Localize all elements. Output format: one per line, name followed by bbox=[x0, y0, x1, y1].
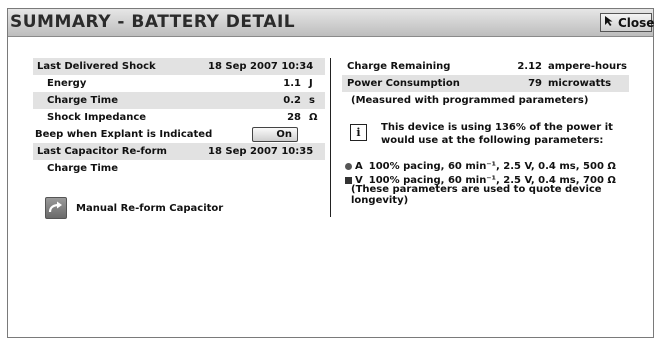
impedance-value: 28 bbox=[287, 112, 301, 123]
reform-date: 18 Sep 2007 10:35 bbox=[208, 146, 314, 157]
beep-row: Beep when Explant is Indicated On bbox=[33, 126, 325, 143]
reform-row: Last Capacitor Re-form 18 Sep 2007 10:35 bbox=[33, 143, 325, 160]
last-shock-label: Last Delivered Shock bbox=[37, 61, 156, 72]
charge-remaining-label: Charge Remaining bbox=[347, 61, 451, 72]
window-title: SUMMARY - BATTERY DETAIL bbox=[10, 12, 296, 32]
measured-note: (Measured with programmed parameters) bbox=[351, 95, 589, 106]
power-row: Power Consumption 79 microwatts bbox=[342, 75, 629, 92]
content-area: Last Delivered Shock 18 Sep 2007 10:34 E… bbox=[8, 37, 653, 338]
energy-label: Energy bbox=[47, 78, 87, 89]
close-button[interactable]: Close bbox=[600, 13, 655, 32]
charge-time-unit: s bbox=[309, 95, 315, 106]
param-atrial-row: A 100% pacing, 60 min⁻¹, 2.5 V, 0.4 ms, … bbox=[345, 160, 616, 173]
impedance-row: Shock Impedance 28 Ω bbox=[33, 109, 325, 126]
info-text: This device is using 136% of the power i… bbox=[381, 122, 613, 146]
charge-time-value: 0.2 bbox=[283, 95, 301, 106]
panel-divider bbox=[330, 58, 331, 217]
info-icon: i bbox=[350, 124, 367, 141]
cursor-arrow-icon bbox=[604, 15, 616, 30]
charge-remaining-value: 2.12 bbox=[517, 61, 542, 72]
longevity-note: (These parameters are used to quote devi… bbox=[351, 183, 602, 206]
charge-remaining-unit: ampere-hours bbox=[548, 61, 627, 72]
beep-toggle-button[interactable]: On bbox=[252, 127, 298, 142]
reform-charge-row: Charge Time bbox=[33, 160, 325, 177]
longevity-note-row: (These parameters are used to quote devi… bbox=[351, 184, 629, 206]
impedance-unit: Ω bbox=[309, 112, 318, 123]
circle-icon bbox=[345, 163, 352, 170]
measured-note-row: (Measured with programmed parameters) bbox=[342, 92, 629, 109]
close-label: Close bbox=[618, 15, 655, 30]
beep-label: Beep when Explant is Indicated bbox=[35, 129, 213, 140]
charge-time-row: Charge Time 0.2 s bbox=[33, 92, 325, 109]
energy-row: Energy 1.1 J bbox=[33, 75, 325, 92]
manual-reform-label: Manual Re-form Capacitor bbox=[76, 202, 224, 214]
reform-label: Last Capacitor Re-form bbox=[37, 146, 167, 157]
shock-panel: Last Delivered Shock 18 Sep 2007 10:34 E… bbox=[33, 58, 325, 219]
reform-charge-label: Charge Time bbox=[47, 163, 119, 174]
charge-time-label: Charge Time bbox=[47, 95, 119, 106]
battery-detail-window: SUMMARY - BATTERY DETAIL Close Last Deli… bbox=[7, 8, 654, 338]
battery-panel: Charge Remaining 2.12 ampere-hours Power… bbox=[342, 58, 629, 206]
param-atrial-text: 100% pacing, 60 min⁻¹, 2.5 V, 0.4 ms, 50… bbox=[368, 161, 616, 172]
title-bar: SUMMARY - BATTERY DETAIL Close bbox=[8, 9, 655, 37]
power-value: 79 bbox=[528, 78, 542, 89]
charge-remaining-row: Charge Remaining 2.12 ampere-hours bbox=[342, 58, 629, 75]
last-shock-row: Last Delivered Shock 18 Sep 2007 10:34 bbox=[33, 58, 325, 75]
power-unit: microwatts bbox=[548, 78, 612, 89]
impedance-label: Shock Impedance bbox=[47, 112, 147, 123]
reform-arrow-icon bbox=[45, 197, 67, 219]
energy-unit: J bbox=[309, 78, 313, 89]
power-label: Power Consumption bbox=[347, 78, 460, 89]
manual-reform-button[interactable]: Manual Re-form Capacitor bbox=[45, 197, 223, 219]
last-shock-date: 18 Sep 2007 10:34 bbox=[208, 61, 314, 72]
param-atrial-letter: A bbox=[355, 161, 363, 172]
energy-value: 1.1 bbox=[283, 78, 301, 89]
